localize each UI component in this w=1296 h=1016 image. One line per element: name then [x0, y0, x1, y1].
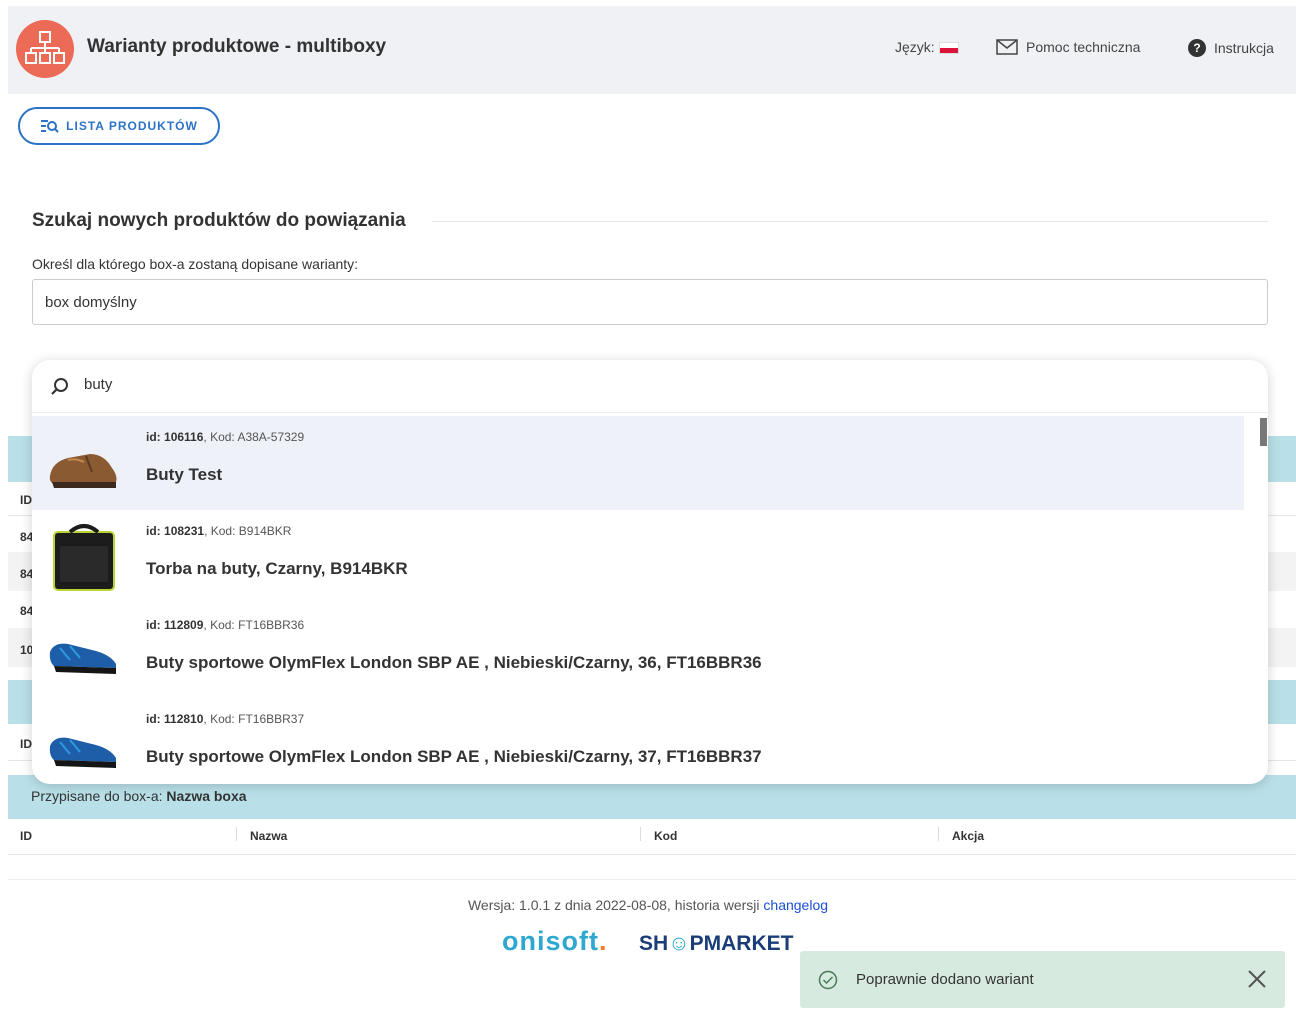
result-code: A38A-57329 — [237, 430, 305, 444]
app-title: Warianty produktowe - multiboxy — [87, 36, 387, 57]
result-id-label: id: — [146, 430, 161, 444]
search-dropdown: buty id: 106116, Kod: A38A-57329 Buty Te… — [32, 360, 1268, 784]
col-header-id: ID — [20, 829, 32, 843]
result-code-label: Kod: — [210, 618, 235, 632]
col-header-code: Kod — [654, 829, 678, 843]
result-item[interactable]: id: 112809, Kod: FT16BBR36 Buty sportowe… — [32, 604, 1244, 698]
result-id: 112809 — [164, 618, 204, 632]
title-divider — [432, 221, 1268, 222]
product-list-button[interactable]: LISTA PRODUKTÓW — [18, 107, 220, 145]
result-code: FT16BBR36 — [238, 618, 305, 632]
close-icon[interactable] — [1247, 969, 1267, 989]
result-id-label: id: — [146, 712, 161, 726]
shopmarket-logo: SH☺PMARKET — [639, 932, 793, 956]
product-thumbnail — [49, 643, 117, 674]
result-name: Buty sportowe OlymFlex London SBP AE , N… — [146, 653, 762, 672]
shopmarket-text-b: PMARKET — [689, 932, 794, 955]
result-id-label: id: — [146, 618, 161, 632]
changelog-link[interactable]: changelog — [763, 897, 828, 913]
result-id: 108231 — [164, 524, 205, 538]
instruction-label: Instrukcja — [1214, 40, 1274, 56]
assigned-prefix: Przypisane do box-a: — [31, 788, 163, 804]
assigned-box-label: Przypisane do box-a: Nazwa boxa — [31, 788, 247, 804]
product-list-label: LISTA PRODUKTÓW — [66, 119, 198, 133]
search-icon — [51, 378, 68, 395]
onisoft-logo: onisoft. — [502, 926, 608, 957]
result-meta: id: 106116, Kod: A38A-57329 — [146, 430, 305, 444]
result-code-label: Kod: — [210, 430, 235, 444]
result-name: Torba na buty, Czarny, B914BKR — [146, 559, 408, 578]
result-code-label: Kod: — [210, 524, 236, 538]
result-item[interactable]: id: 112810, Kod: FT16BBR37 Buty sportowe… — [32, 698, 1244, 784]
instruction-link[interactable]: ? Instrukcja — [1188, 39, 1274, 57]
help-label: Pomoc techniczna — [1026, 39, 1141, 55]
product-thumbnail — [49, 454, 117, 488]
assigned-box-name: Nazwa boxa — [166, 788, 247, 804]
result-item[interactable]: id: 106116, Kod: A38A-57329 Buty Test — [32, 416, 1244, 510]
product-search-field[interactable]: buty — [32, 360, 1268, 413]
col-header-action: Akcja — [952, 829, 985, 843]
box-select-label: Określ dla którego box-a zostaną dopisan… — [32, 256, 359, 272]
result-meta: id: 112809, Kod: FT16BBR36 — [146, 618, 305, 632]
search-input[interactable]: buty — [84, 376, 112, 393]
result-id: 112810 — [164, 712, 204, 726]
envelope-icon — [996, 39, 1018, 55]
col-header-name: Nazwa — [250, 829, 288, 843]
col-separator — [236, 827, 237, 841]
result-code-label: Kod: — [210, 712, 235, 726]
result-name: Buty sportowe OlymFlex London SBP AE , N… — [146, 747, 762, 766]
question-icon: ? — [1188, 39, 1206, 57]
onisoft-dot: . — [598, 926, 608, 956]
col-separator — [640, 827, 641, 841]
result-name: Buty Test — [146, 465, 223, 484]
language-label: Język: — [895, 39, 935, 55]
result-item[interactable]: id: 108231, Kod: B914BKR Torba na buty, … — [32, 510, 1244, 604]
flag-pl-icon — [938, 42, 959, 54]
list-search-icon — [41, 120, 59, 133]
onisoft-text: onisoft — [502, 926, 599, 956]
col-separator — [938, 827, 939, 841]
version-info: Wersja: 1.0.1 z dnia 2022-08-08, histori… — [0, 897, 1296, 913]
result-code: B914BKR — [238, 524, 292, 538]
product-thumbnail — [53, 524, 115, 591]
result-id: 106116 — [164, 430, 204, 444]
result-meta: id: 108231, Kod: B914BKR — [146, 524, 292, 538]
toast-message: Poprawnie dodano wariant — [856, 971, 1034, 988]
footer-divider — [8, 879, 1296, 880]
result-code: FT16BBR37 — [238, 712, 305, 726]
table-row-divider — [8, 854, 1296, 855]
app-logo-icon — [16, 20, 74, 78]
result-meta: id: 112810, Kod: FT16BBR37 — [146, 712, 305, 726]
table-id-header: ID — [20, 737, 32, 751]
success-toast: Poprawnie dodano wariant — [800, 951, 1285, 1008]
table-id-header: ID — [20, 493, 32, 507]
shopmarket-smile-icon: ☺ — [668, 932, 690, 955]
app-header: Warianty produktowe - multiboxy Język: P… — [8, 6, 1296, 94]
language-switch[interactable]: Język: — [895, 39, 959, 55]
shopmarket-text-a: SH — [639, 932, 669, 955]
check-circle-icon — [818, 970, 838, 990]
help-link[interactable]: Pomoc techniczna — [996, 39, 1140, 55]
results-scrollbar[interactable] — [1260, 418, 1267, 446]
result-id-label: id: — [146, 524, 161, 538]
version-text: Wersja: 1.0.1 z dnia 2022-08-08, histori… — [467, 897, 760, 913]
product-thumbnail — [49, 737, 117, 768]
section-title: Szukaj nowych produktów do powiązania — [32, 210, 406, 231]
box-select[interactable]: box domyślny — [32, 279, 1268, 325]
